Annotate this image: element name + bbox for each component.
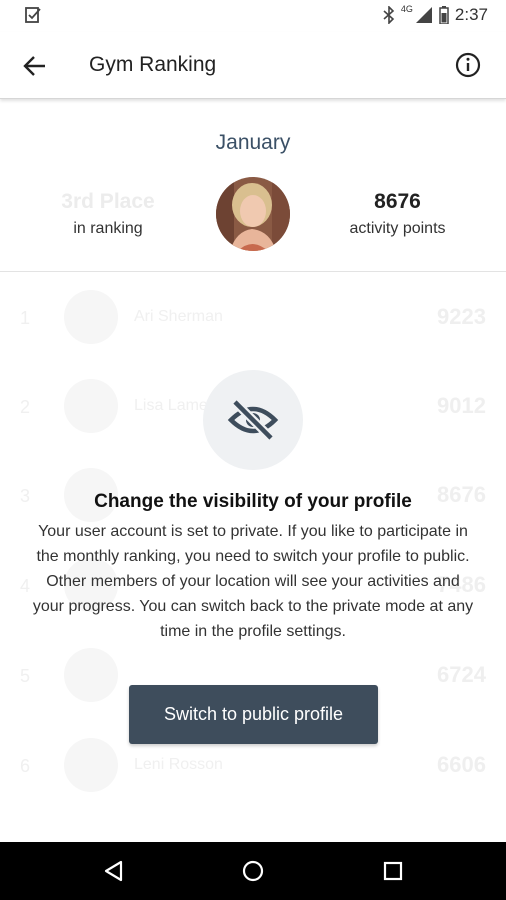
app-bar: Gym Ranking (0, 32, 506, 99)
info-icon[interactable] (454, 51, 482, 79)
nav-recents-icon[interactable] (381, 859, 405, 883)
signal-icon (415, 7, 432, 23)
navigation-bar (0, 842, 506, 900)
status-time: 2:37 (454, 5, 488, 24)
rank-summary: 3rd Place in ranking (38, 190, 178, 238)
page-title: Gym Ranking (89, 53, 217, 76)
overlay-title: Change the visibility of your profile (94, 491, 412, 512)
points-label: activity points (349, 220, 446, 237)
member-name: Ari Sherman (134, 308, 223, 325)
rank-position: 5 (20, 666, 31, 686)
rank-position: 6 (20, 756, 31, 776)
points-value: 8676 (374, 190, 421, 213)
rank-position: 4 (20, 576, 31, 596)
overlay-description: Your user account is set to private. If … (32, 523, 474, 640)
avatar (64, 379, 118, 433)
status-bar: 4G 2:37 (0, 0, 506, 32)
rank-position: 2 (20, 397, 31, 417)
back-arrow-icon[interactable] (20, 51, 50, 81)
switch-to-public-button[interactable]: Switch to public profile (129, 685, 378, 744)
checklist-icon (25, 7, 41, 23)
list-item: 1 Ari Sherman 9223 (0, 288, 506, 348)
points-summary: 8676 activity points (330, 190, 465, 238)
avatar (64, 648, 118, 702)
rank-position: 1 (20, 308, 31, 328)
bluetooth-icon (383, 6, 395, 24)
divider (0, 271, 506, 272)
member-name: Leni Rosson (134, 756, 223, 773)
avatar (64, 290, 118, 344)
avatar (216, 177, 290, 251)
user-photo (216, 177, 290, 251)
member-points: 6724 (437, 662, 486, 687)
member-points: 9223 (437, 304, 486, 329)
member-points: 9012 (437, 393, 486, 418)
nav-home-icon[interactable] (241, 859, 265, 883)
network-type: 4G (400, 4, 413, 14)
member-points: 6606 (437, 752, 486, 777)
list-item: 6 Leni Rosson 6606 (0, 736, 506, 796)
nav-back-icon[interactable] (102, 859, 126, 883)
battery-icon (439, 6, 449, 24)
avatar (64, 738, 118, 792)
rank-label: in ranking (73, 220, 143, 237)
visibility-off-icon (227, 398, 279, 442)
visibility-off-icon-circle (203, 370, 303, 470)
rank-value: 3rd Place (61, 190, 155, 213)
month-title: January (215, 131, 291, 154)
